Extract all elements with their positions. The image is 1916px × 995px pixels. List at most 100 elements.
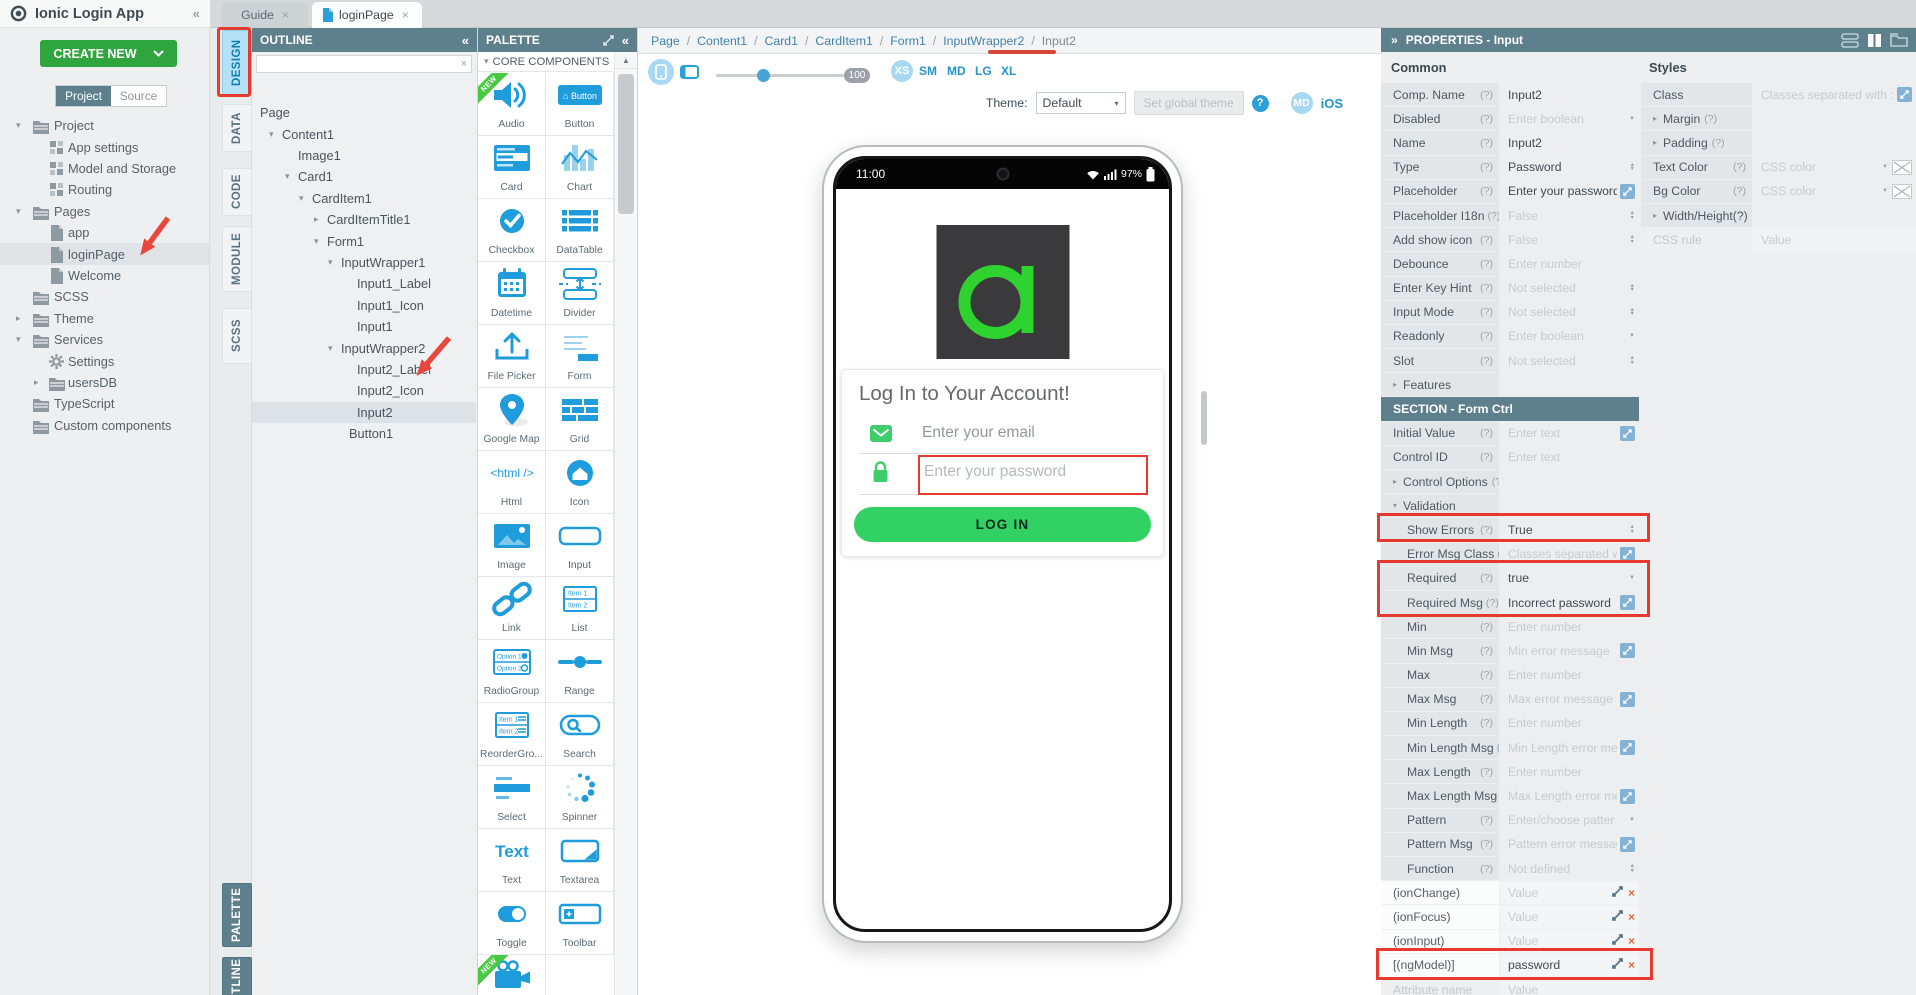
close-icon[interactable]: × bbox=[282, 8, 289, 22]
property-value-field[interactable]: Max Length error me bbox=[1500, 784, 1639, 808]
outline-search-input[interactable] bbox=[257, 58, 461, 70]
property-value-field[interactable]: Enter boolean ▼ bbox=[1500, 324, 1639, 349]
palette-item-divider[interactable]: Divider bbox=[546, 262, 614, 325]
outline-item-content1[interactable]: ▾ Content1 bbox=[252, 123, 476, 144]
sidebar-item-usersdb[interactable]: ▸ usersDB bbox=[0, 372, 209, 393]
palette-item-search[interactable]: Search bbox=[546, 703, 614, 766]
breadcrumb-page[interactable]: Page bbox=[651, 34, 680, 48]
sidebar-item-theme[interactable]: ▸ Theme bbox=[0, 308, 209, 329]
caret-right-icon[interactable]: ▸ bbox=[1653, 114, 1657, 123]
palette-item-toolbar[interactable]: Toolbar bbox=[546, 892, 614, 955]
sidebar-item-services[interactable]: ▾ Services bbox=[0, 329, 209, 350]
palette-item-reordergro-[interactable]: Item 1 Item 2 ReorderGro... bbox=[478, 703, 546, 766]
stepper-icon[interactable]: ▲ ▼ bbox=[1630, 356, 1635, 365]
property-value-field[interactable]: Enter/choose patter ▼ bbox=[1500, 808, 1639, 832]
password-input-row[interactable]: Enter your password bbox=[859, 453, 1146, 495]
breadcrumb-form1[interactable]: Form1 bbox=[890, 34, 926, 48]
sidebar-item-pages[interactable]: ▾ Pages bbox=[0, 201, 209, 222]
stepper-icon[interactable]: ▲ ▼ bbox=[1630, 307, 1635, 317]
property-value-field[interactable]: False ▲ ▼ bbox=[1500, 228, 1639, 252]
outline-item-card1[interactable]: ▾ Card1 bbox=[252, 166, 476, 187]
breakpoint-sm-button[interactable]: SM bbox=[919, 64, 937, 78]
vertical-tab-scss[interactable]: SCSS bbox=[222, 308, 252, 364]
outline-item-input1_icon[interactable]: Input1_Icon bbox=[252, 295, 476, 316]
sidebar-item-typescript[interactable]: TypeScript bbox=[0, 393, 209, 414]
vertical-tab-module[interactable]: MODULE bbox=[222, 226, 252, 292]
tab-project[interactable]: Project bbox=[56, 86, 111, 106]
caret-right-icon[interactable]: ▸ bbox=[34, 377, 39, 387]
property-value-field[interactable]: Enter number bbox=[1500, 760, 1639, 784]
palette-item-button[interactable]: ⌂ Button Button bbox=[546, 73, 614, 136]
breadcrumb-inputwrapper2[interactable]: InputWrapper2 bbox=[943, 34, 1024, 48]
vertical-tab-outline[interactable]: OUTLINE bbox=[222, 957, 252, 995]
property-value-field[interactable]: Enter boolean ▼ bbox=[1500, 107, 1639, 131]
outline-item-input2_label[interactable]: Input2_Label bbox=[252, 359, 476, 380]
property-value-field[interactable]: Input2 bbox=[1500, 83, 1639, 107]
property-value-field[interactable]: Value × bbox=[1500, 905, 1639, 929]
create-new-button[interactable]: CREATE NEW bbox=[40, 40, 177, 67]
caret-right-icon[interactable]: ▸ bbox=[1393, 477, 1397, 486]
palette-item-google-map[interactable]: Google Map bbox=[478, 388, 546, 451]
caret-right-icon[interactable]: ▸ bbox=[1393, 380, 1397, 389]
palette-item-chart[interactable]: Chart bbox=[546, 136, 614, 199]
vertical-tab-code[interactable]: CODE bbox=[222, 168, 252, 216]
outline-item-carditem1[interactable]: ▾ CardItem1 bbox=[252, 188, 476, 209]
palette-item-text[interactable]: Text Text bbox=[478, 829, 546, 892]
sidebar-item-model-and-storage[interactable]: Model and Storage bbox=[0, 158, 209, 179]
outline-item-input1[interactable]: Input1 bbox=[252, 316, 476, 337]
sidebar-collapse-icon[interactable]: « bbox=[193, 6, 200, 21]
tab-loginpage[interactable]: loginPage × bbox=[312, 2, 422, 28]
stepper-icon[interactable]: ▲ ▼ bbox=[1630, 211, 1635, 220]
collapse-panel-icon[interactable]: « bbox=[462, 33, 469, 48]
expand-editor-icon[interactable] bbox=[1620, 643, 1635, 659]
expand-editor-icon[interactable] bbox=[1620, 546, 1635, 562]
palette-section-core-components[interactable]: ▾ CORE COMPONENTS bbox=[478, 52, 613, 72]
property-value-field[interactable]: Value bbox=[1753, 228, 1916, 252]
outline-item-button1[interactable]: Button1 bbox=[252, 423, 476, 444]
property-value-field[interactable]: Enter text bbox=[1500, 445, 1639, 469]
palette-item-datatable[interactable]: DataTable bbox=[546, 199, 614, 262]
scroll-up-icon[interactable]: ▲ bbox=[615, 52, 637, 69]
property-value-field[interactable]: Pattern error messag bbox=[1500, 832, 1639, 856]
property-value-field[interactable]: CSS color ▼ bbox=[1753, 179, 1916, 203]
expand-editor-icon[interactable] bbox=[1620, 691, 1635, 707]
palette-item-card[interactable]: Card bbox=[478, 136, 546, 199]
remove-binding-icon[interactable]: × bbox=[1628, 886, 1635, 900]
expand-editor-icon[interactable] bbox=[1620, 183, 1635, 199]
property-value-field[interactable]: Min error message bbox=[1500, 639, 1639, 663]
expand-editor-icon[interactable] bbox=[1620, 740, 1635, 756]
email-input-row[interactable]: Enter your email bbox=[859, 416, 1146, 454]
sidebar-item-welcome[interactable]: Welcome bbox=[0, 265, 209, 286]
outline-item-inputwrapper1[interactable]: ▾ InputWrapper1 bbox=[252, 252, 476, 273]
property-value-field[interactable]: Value × bbox=[1500, 929, 1639, 953]
property-value-field[interactable]: Min Length error me bbox=[1500, 736, 1639, 760]
sidebar-item-app-settings[interactable]: App settings bbox=[0, 136, 209, 157]
help-icon[interactable]: ? bbox=[1251, 94, 1269, 112]
theme-select[interactable]: Default ▾ bbox=[1035, 92, 1126, 114]
breakpoint-lg-button[interactable]: LG bbox=[975, 64, 992, 78]
device-phone-button[interactable] bbox=[648, 59, 674, 85]
sidebar-item-app[interactable]: app bbox=[0, 222, 209, 243]
dropdown-arrow-icon[interactable]: ▼ bbox=[1629, 575, 1635, 581]
property-value-field[interactable]: true ▼ bbox=[1500, 566, 1639, 590]
layout-rows-icon[interactable] bbox=[1841, 32, 1859, 48]
outline-item-image1[interactable]: Image1 bbox=[252, 145, 476, 166]
color-swatch-empty[interactable] bbox=[1892, 183, 1912, 199]
stepper-icon[interactable]: ▲ ▼ bbox=[1630, 525, 1635, 534]
expand-editor-icon[interactable] bbox=[1620, 425, 1635, 441]
open-editor-icon[interactable] bbox=[1608, 910, 1623, 924]
property-value-field[interactable]: Not selected ▲ ▼ bbox=[1500, 276, 1639, 300]
caret-down-icon[interactable]: ▾ bbox=[16, 206, 21, 216]
sidebar-item-custom-components[interactable]: Custom components bbox=[0, 415, 209, 436]
property-value-field[interactable]: Password ▲ ▼ bbox=[1500, 155, 1639, 179]
palette-item-radiogroup[interactable]: Option 1 Option 2 RadioGroup bbox=[478, 640, 546, 703]
palette-item-list[interactable]: Item 1 Item 2 List bbox=[546, 577, 614, 640]
caret-down-icon[interactable]: ▾ bbox=[1393, 501, 1397, 510]
breakpoint-md-button[interactable]: MD bbox=[947, 64, 966, 78]
property-value-field[interactable]: Classes separated wi bbox=[1500, 542, 1639, 566]
stepper-icon[interactable]: ▲ ▼ bbox=[1630, 235, 1635, 244]
sidebar-item-routing[interactable]: Routing bbox=[0, 179, 209, 200]
dropdown-arrow-icon[interactable]: ▼ bbox=[1629, 333, 1635, 339]
property-value-field[interactable]: Not selected ▲ ▼ bbox=[1500, 300, 1639, 324]
sidebar-item-loginpage[interactable]: loginPage bbox=[0, 243, 209, 265]
